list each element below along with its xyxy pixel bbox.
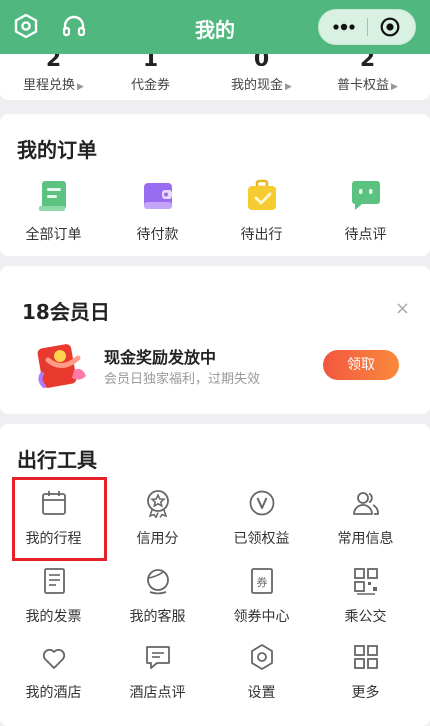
tools-card: 出行工具 我的行程 信用分 已领权益 常用信息 我的发票 我的客服 券 领券中心… xyxy=(0,424,430,726)
invoice-icon xyxy=(43,568,65,594)
stat-value: 0 xyxy=(208,54,315,66)
tool-claimed-rights[interactable]: 已领权益 xyxy=(208,488,315,548)
orders-title: 我的订单 xyxy=(17,138,97,162)
heart-icon xyxy=(42,648,65,669)
tool-label: 我的发票 xyxy=(25,609,82,625)
promo-main-text: 现金奖励发放中 xyxy=(104,348,217,367)
tool-label: 我的酒店 xyxy=(25,685,82,701)
claim-button[interactable]: 领取 xyxy=(323,350,399,380)
order-to-review[interactable]: 待点评 xyxy=(312,178,419,244)
tools-title: 出行工具 xyxy=(17,448,97,472)
stat-voucher[interactable]: 1 代金券 xyxy=(97,54,204,93)
order-label: 待付款 xyxy=(136,227,179,243)
tool-invoice[interactable]: 我的发票 xyxy=(0,566,107,626)
tool-label: 已领权益 xyxy=(233,531,290,547)
capsule-divider xyxy=(367,18,368,36)
hotel-review-icon xyxy=(145,646,170,669)
tool-label: 设置 xyxy=(247,685,276,701)
promo-sub-text: 会员日独家福利，过期失效 xyxy=(104,372,261,387)
order-label: 待出行 xyxy=(240,227,283,243)
stat-card-rights[interactable]: 2 普卡权益▶ xyxy=(314,54,421,93)
order-all[interactable]: 全部订单 xyxy=(0,178,107,244)
promo-title: 18会员日 xyxy=(22,300,110,324)
order-upcoming[interactable]: 待出行 xyxy=(208,178,315,244)
tool-more[interactable]: 更多 xyxy=(312,642,419,702)
order-unpaid[interactable]: 待付款 xyxy=(104,178,211,244)
tool-label: 酒店点评 xyxy=(129,685,186,701)
tool-coupon-center[interactable]: 券 领券中心 xyxy=(208,566,315,626)
people-icon xyxy=(352,492,379,515)
stat-label: 里程兑换 xyxy=(23,78,76,93)
close-target-icon[interactable] xyxy=(380,17,400,37)
stat-label: 我的现金 xyxy=(231,78,284,93)
tool-label: 乘公交 xyxy=(344,609,387,625)
tool-settings[interactable]: 设置 xyxy=(208,642,315,702)
all-orders-icon xyxy=(38,181,66,211)
stats-row: 2 里程兑换▶ 1 代金券 0 我的现金▶ 2 普卡权益▶ xyxy=(0,54,430,100)
settings-icon xyxy=(250,644,273,670)
credit-badge-icon xyxy=(146,490,169,520)
chevron-right-icon: ▶ xyxy=(391,82,398,92)
chevron-right-icon: ▶ xyxy=(285,82,292,92)
stat-mileage[interactable]: 2 里程兑换▶ xyxy=(0,54,107,93)
tool-credit-score[interactable]: 信用分 xyxy=(104,488,211,548)
highlight-box xyxy=(12,477,107,561)
stat-label: 普卡权益 xyxy=(337,78,390,93)
stat-cash[interactable]: 0 我的现金▶ xyxy=(208,54,315,93)
tool-my-hotel[interactable]: 我的酒店 xyxy=(0,642,107,702)
review-chat-icon xyxy=(351,181,380,210)
stat-value: 2 xyxy=(0,54,107,66)
tool-label: 更多 xyxy=(351,685,380,701)
wallet-icon xyxy=(143,183,172,209)
tool-common-info[interactable]: 常用信息 xyxy=(312,488,419,548)
support-icon xyxy=(146,569,169,595)
svg-text:券: 券 xyxy=(256,575,267,589)
bus-code-icon xyxy=(353,568,378,595)
more-dots-icon[interactable] xyxy=(329,19,359,35)
red-envelope-gift-icon xyxy=(37,344,86,388)
stat-value: 2 xyxy=(314,54,421,66)
tool-label: 常用信息 xyxy=(337,531,394,547)
mini-program-capsule xyxy=(318,9,416,45)
coupon-icon: 券 xyxy=(250,568,273,594)
top-bar: 我的 xyxy=(0,0,430,54)
tool-label: 信用分 xyxy=(136,531,179,547)
tool-label: 我的客服 xyxy=(129,609,186,625)
tool-bus-code[interactable]: 乘公交 xyxy=(312,566,419,626)
tool-customer-service[interactable]: 我的客服 xyxy=(104,566,211,626)
chevron-right-icon: ▶ xyxy=(77,82,84,92)
order-label: 待点评 xyxy=(344,227,387,243)
v-circle-icon xyxy=(249,490,274,516)
order-label: 全部订单 xyxy=(25,227,82,243)
grid-more-icon xyxy=(353,645,378,669)
suitcase-icon xyxy=(247,179,276,210)
tool-label: 领券中心 xyxy=(233,609,290,625)
promo-card: 18会员日 × 现金奖励发放中 会员日独家福利，过期失效 领取 xyxy=(0,266,430,414)
orders-card: 我的订单 全部订单 待付款 待出行 待点评 xyxy=(0,114,430,256)
stat-label: 代金券 xyxy=(130,78,170,93)
close-icon[interactable]: × xyxy=(395,298,410,319)
stat-value: 1 xyxy=(97,54,204,66)
tool-hotel-review[interactable]: 酒店点评 xyxy=(104,642,211,702)
